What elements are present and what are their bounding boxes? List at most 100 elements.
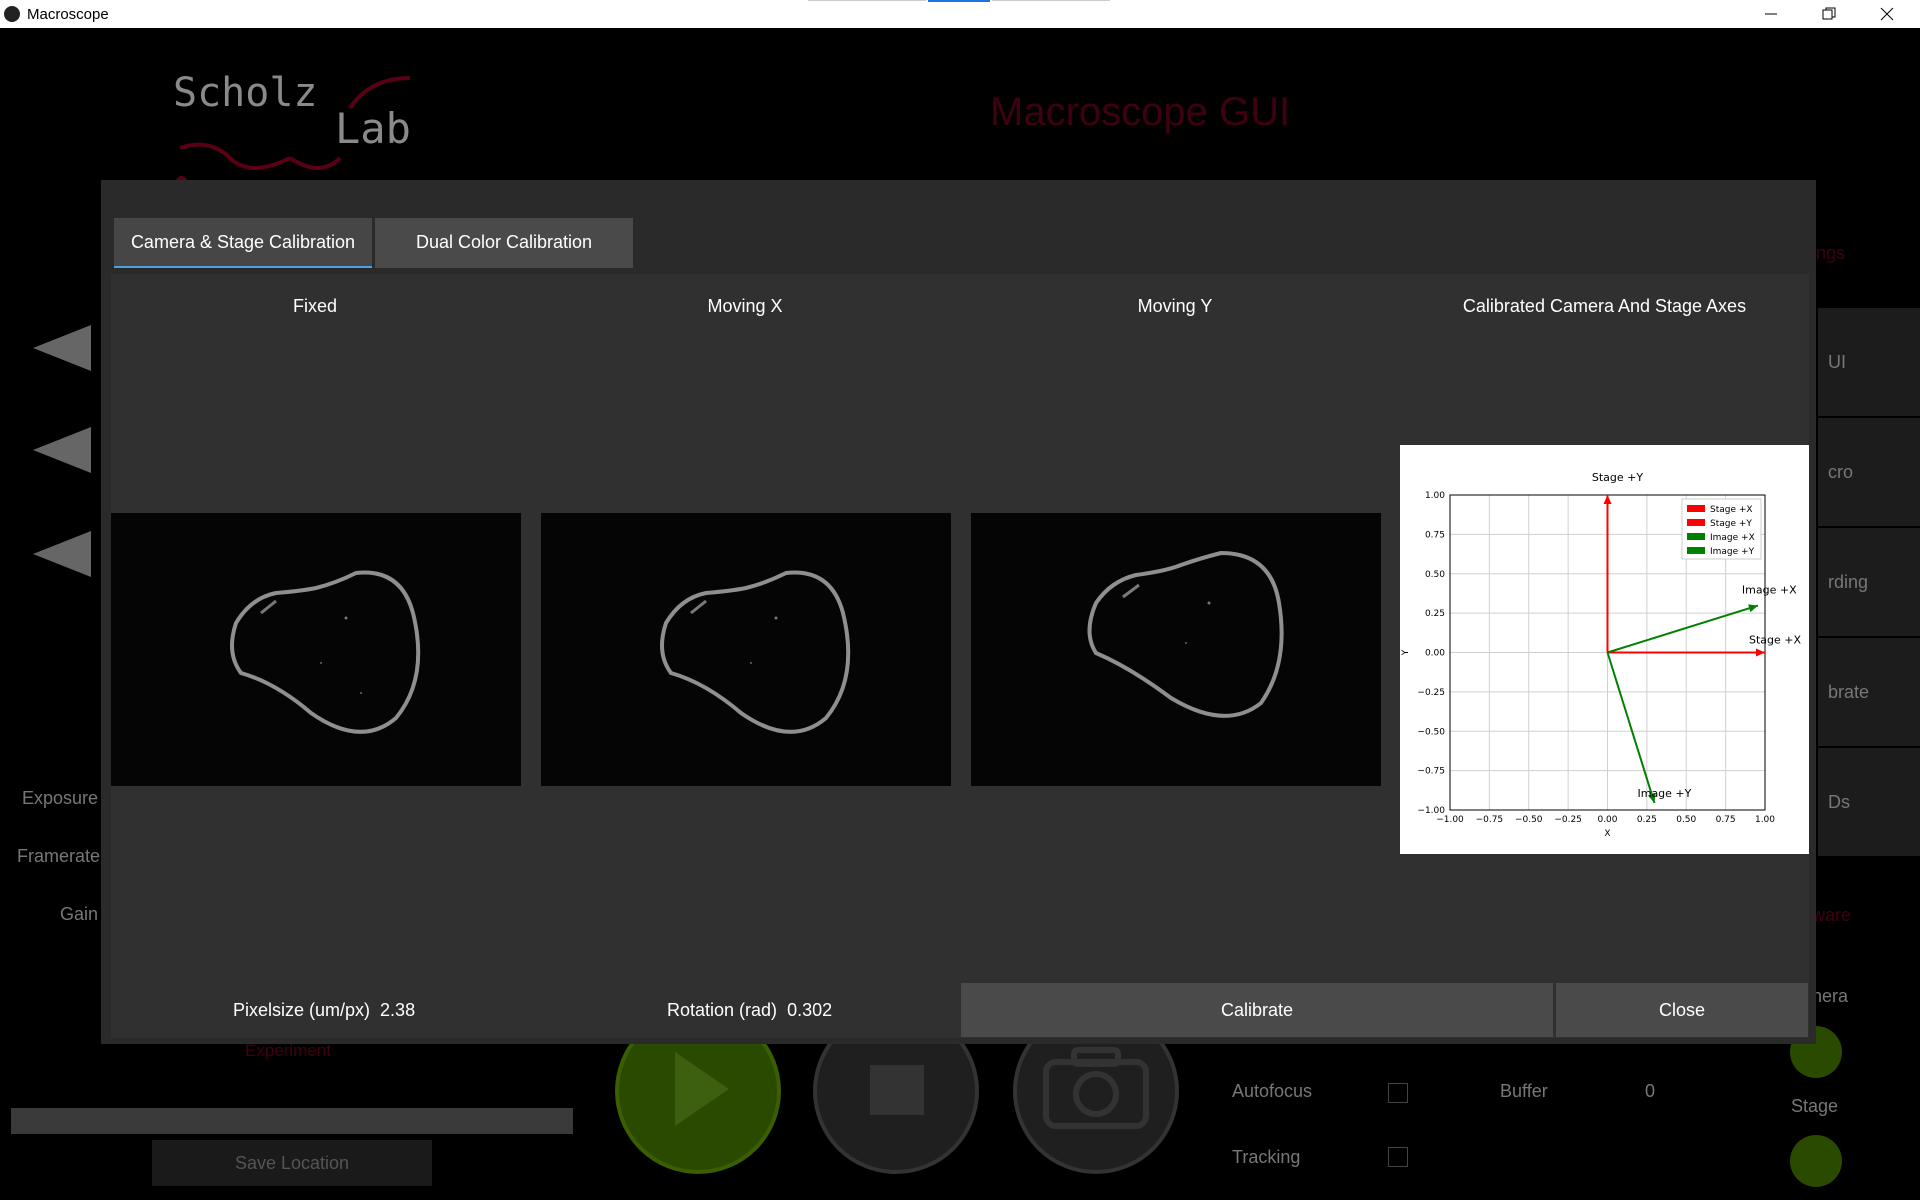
app-icon [4, 6, 20, 22]
left-arrow-icon[interactable] [33, 531, 91, 577]
tab-dual-color-calibration[interactable]: Dual Color Calibration [375, 218, 633, 268]
side-tab-ui[interactable]: UI [1818, 308, 1920, 416]
settings-label: ings [1812, 243, 1846, 263]
progress-bar [11, 1108, 573, 1134]
x-tick-label: 0.50 [1676, 815, 1696, 825]
autofocus-checkbox[interactable] [1388, 1083, 1408, 1103]
calibration-chart: −1.00 −0.75 −0.50 −0.25 0.00 0.25 0.50 0.75 1.00… [1400, 445, 1809, 854]
series-annotation: Image +Y [1637, 787, 1691, 800]
calibrated-axes-title: Calibrated Camera And Stage Axes [1462, 296, 1747, 316]
x-tick-label: 0.25 [1637, 815, 1657, 825]
legend-entry: Image +X [1710, 533, 1755, 543]
y-tick-label: 1.00 [1425, 491, 1445, 501]
legend-swatch [1687, 519, 1705, 526]
left-arrow-icon[interactable] [33, 427, 91, 473]
autofocus-label: Autofocus [1232, 1081, 1313, 1101]
window-title-bar: Macroscope [0, 0, 1920, 28]
legend-entry: Stage +X [1710, 505, 1753, 515]
minimize-icon [1765, 13, 1777, 15]
fixed-title: Fixed [292, 296, 337, 316]
series-arrow-head [1603, 495, 1612, 504]
side-tab-recording[interactable]: rding [1818, 528, 1920, 636]
pixelsize-label: Pixelsize (um/px) 2.38 [233, 1000, 415, 1021]
x-tick-label: 0.75 [1716, 815, 1736, 825]
taskbar-indicator [808, 0, 926, 1]
restore-icon [1822, 7, 1836, 20]
buffer-value: 0 [1645, 1081, 1656, 1101]
close-icon [1880, 7, 1894, 21]
series-annotation: Stage +X [1749, 634, 1801, 647]
chart-x-axis-label: X [1604, 829, 1610, 839]
stage-status-label: Stage [1791, 1096, 1839, 1116]
series-arrow-line [1607, 604, 1759, 654]
worm-image [1087, 550, 1284, 718]
chart-y-axis-label: Y [1401, 649, 1411, 656]
tracking-checkbox[interactable] [1388, 1147, 1408, 1167]
series-annotation: Image +X [1742, 584, 1797, 597]
calibrate-button[interactable]: Calibrate [961, 983, 1553, 1037]
y-tick-label: 0.25 [1425, 609, 1445, 619]
side-tab-macro[interactable]: cro [1818, 418, 1920, 526]
series-annotation: Stage +Y [1592, 471, 1643, 484]
logo-worm-graphic [173, 76, 411, 189]
x-tick-label: 0.00 [1597, 815, 1617, 825]
legend-entry: Stage +Y [1710, 519, 1752, 529]
window-title: Macroscope [27, 6, 109, 23]
axes-chart-svg: −1.00 −0.75 −0.50 −0.25 0.00 0.25 0.50 0.75 1.00… [1401, 471, 1801, 839]
save-location-button[interactable]: Save Location [152, 1140, 432, 1186]
x-tick-label: −0.50 [1515, 815, 1543, 825]
exposure-label: Exposure [21, 788, 98, 808]
restore-button[interactable] [1800, 0, 1858, 28]
moving-x-title: Moving X [707, 296, 783, 316]
worm-image [230, 570, 421, 734]
stage-status-indicator [1790, 1135, 1842, 1187]
y-tick-label: 0.00 [1425, 649, 1445, 659]
legend-entry: Image +Y [1710, 547, 1755, 557]
y-tick-label: −0.25 [1417, 688, 1445, 698]
legend-swatch [1687, 547, 1705, 554]
side-tab-leds[interactable]: Ds [1818, 748, 1920, 856]
left-arrow-icon[interactable] [33, 325, 91, 371]
y-tick-label: 0.50 [1425, 570, 1445, 580]
tab-camera-stage-calibration[interactable]: Camera & Stage Calibration [114, 218, 372, 268]
camera-status-label: nera [1812, 986, 1849, 1006]
moving-y-title: Moving Y [1137, 296, 1213, 316]
moving-y-image [971, 513, 1381, 786]
stop-icon [870, 1065, 924, 1115]
close-dialog-button[interactable]: Close [1556, 983, 1808, 1037]
y-tick-label: −0.75 [1417, 767, 1445, 777]
x-tick-label: 1.00 [1755, 815, 1775, 825]
gain-label: Gain [59, 904, 98, 924]
series-arrow-head [1756, 648, 1765, 657]
pixelsize-value: 2.38 [380, 1000, 416, 1020]
buffer-label: Buffer [1500, 1081, 1548, 1101]
legend-swatch [1687, 533, 1705, 540]
legend-swatch [1687, 505, 1705, 512]
taskbar-indicator [992, 0, 1110, 1]
series-arrow-line [1606, 652, 1656, 804]
moving-x-image [541, 513, 951, 786]
minimize-button[interactable] [1742, 0, 1800, 28]
y-tick-label: −1.00 [1417, 806, 1445, 816]
close-window-button[interactable] [1858, 0, 1916, 28]
chart-legend: Stage +X Stage +Y Image +X Image +Y [1681, 498, 1762, 560]
tracking-label: Tracking [1232, 1147, 1301, 1167]
hardware-label: ware [1812, 905, 1852, 925]
play-icon [675, 1052, 729, 1126]
worm-image [660, 570, 851, 734]
rotation-label-text: Rotation (rad) [667, 1000, 778, 1020]
rotation-value: 0.302 [787, 1000, 833, 1020]
camera-icon [1043, 1047, 1149, 1129]
x-tick-label: −1.00 [1436, 815, 1464, 825]
side-tab-calibrate[interactable]: brate [1818, 638, 1920, 746]
fixed-image [111, 513, 521, 786]
framerate-label: Framerate [16, 846, 100, 866]
taskbar-indicator-active [928, 0, 990, 2]
app-title: Macroscope GUI [990, 90, 1291, 134]
pixelsize-label-text: Pixelsize (um/px) [233, 1000, 371, 1020]
x-tick-label: −0.75 [1476, 815, 1504, 825]
rotation-label: Rotation (rad) 0.302 [667, 1000, 832, 1021]
y-tick-label: 0.75 [1425, 530, 1445, 540]
y-tick-label: −0.50 [1417, 727, 1445, 737]
series-arrow-head [1748, 604, 1758, 613]
